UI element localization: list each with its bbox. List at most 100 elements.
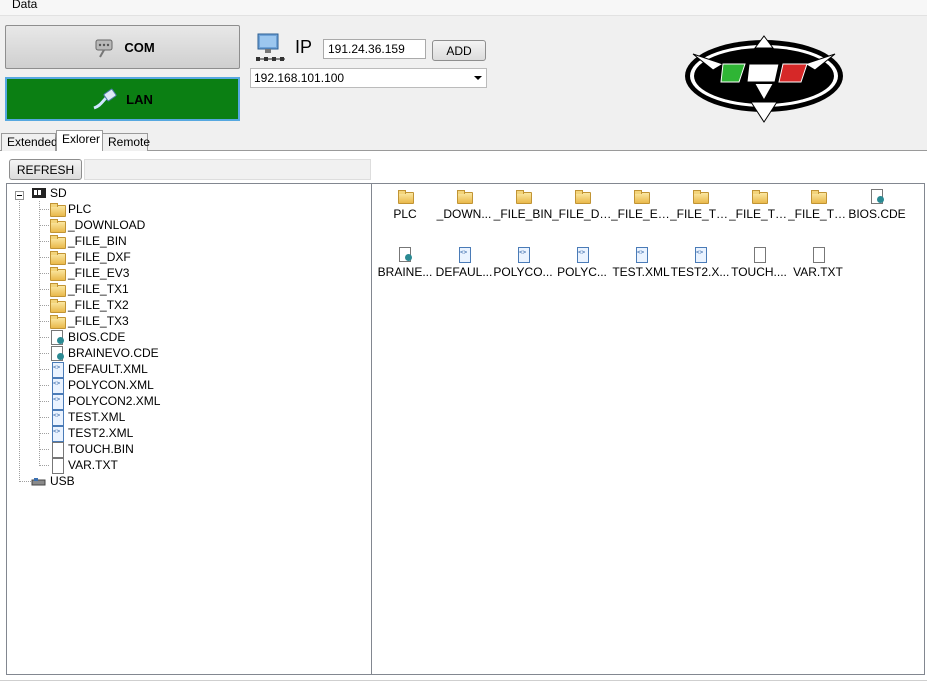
tree-node[interactable]: _DOWNLOAD bbox=[49, 217, 145, 233]
com-button[interactable]: COM bbox=[5, 25, 240, 69]
file-view-item[interactable]: PLC bbox=[375, 188, 435, 228]
xml-file-icon bbox=[49, 361, 65, 378]
tree-node[interactable]: _FILE_TX1 bbox=[49, 281, 129, 297]
refresh-button[interactable]: REFRESH bbox=[9, 159, 82, 180]
file-view-item-label: _FILE_TX2 bbox=[729, 207, 789, 221]
tree-node-label: TEST.XML bbox=[68, 410, 126, 424]
xml-file-icon bbox=[574, 246, 590, 263]
file-view-item-label: DEFAUL... bbox=[435, 265, 493, 279]
file-view-item[interactable]: POLYC... bbox=[552, 246, 612, 286]
tree-node-usb[interactable]: USB bbox=[31, 473, 75, 489]
file-view-item[interactable]: TEST.XML bbox=[611, 246, 671, 286]
sd-card-icon bbox=[31, 185, 47, 201]
tab-extended[interactable]: Extended bbox=[1, 133, 58, 151]
file-view-item[interactable]: _FILE_TX2 bbox=[729, 188, 789, 228]
file-view-item-label: VAR.TXT bbox=[793, 265, 843, 279]
ip-input[interactable] bbox=[323, 39, 426, 59]
tab-explorer[interactable]: Exlorer bbox=[56, 130, 103, 151]
tree-node[interactable]: VAR.TXT bbox=[49, 457, 118, 474]
file-tree[interactable]: SD USB PLC _DOWNLOAD _FILE_BIN _FILE_DXF _FI… bbox=[6, 183, 372, 675]
folder-icon bbox=[49, 297, 66, 313]
tree-guide-line bbox=[39, 257, 49, 258]
file-view-item-label: BRAINE... bbox=[377, 265, 433, 279]
folder-icon bbox=[49, 265, 66, 281]
tree-guide-line bbox=[39, 209, 49, 210]
file-view-item[interactable]: BIOS.CDE bbox=[847, 188, 907, 228]
tree-node[interactable]: DEFAULT.XML bbox=[49, 361, 148, 378]
com-button-label: COM bbox=[124, 39, 155, 55]
tree-node[interactable]: PLC bbox=[49, 201, 91, 217]
file-view-item[interactable]: TOUCH.... bbox=[729, 246, 789, 286]
menu-bar: Data bbox=[0, 0, 927, 15]
tab-remote[interactable]: Remote bbox=[102, 133, 150, 151]
xml-file-icon bbox=[49, 425, 65, 442]
ip-select[interactable]: 192.168.101.100 bbox=[250, 68, 487, 88]
tree-node[interactable]: POLYCON.XML bbox=[49, 377, 154, 394]
tree-guide-line bbox=[39, 289, 49, 290]
tree-node-label: USB bbox=[50, 474, 75, 488]
folder-icon bbox=[49, 249, 66, 265]
collapse-icon[interactable] bbox=[15, 191, 24, 200]
lan-button[interactable]: LAN bbox=[5, 77, 240, 121]
tree-guide-line bbox=[39, 433, 49, 434]
file-view-item[interactable]: _FILE_DXF bbox=[552, 188, 612, 228]
file-icon bbox=[49, 441, 65, 458]
tree-node-sd[interactable]: SD bbox=[31, 185, 67, 201]
tree-node[interactable]: TOUCH.BIN bbox=[49, 441, 134, 458]
tree-node[interactable]: _FILE_BIN bbox=[49, 233, 127, 249]
file-view-item-label: POLYC... bbox=[557, 265, 607, 279]
tree-node[interactable]: TEST.XML bbox=[49, 409, 126, 426]
folder-icon bbox=[49, 233, 66, 249]
file-view-item[interactable]: _FILE_TX3 bbox=[788, 188, 848, 228]
file-view-item[interactable]: _FILE_EV3 bbox=[611, 188, 671, 228]
xml-file-icon bbox=[456, 246, 472, 263]
tree-node[interactable]: _FILE_TX2 bbox=[49, 297, 129, 313]
file-view-item[interactable]: TEST2.X... bbox=[670, 246, 730, 286]
tree-node-label: _FILE_DXF bbox=[68, 250, 131, 264]
tree-node-label: _DOWNLOAD bbox=[68, 218, 146, 232]
tree-node[interactable]: BRAINEVO.CDE bbox=[49, 345, 159, 361]
file-view-item-label: _DOWN... bbox=[436, 207, 492, 221]
file-view-item[interactable]: DEFAUL... bbox=[434, 246, 494, 286]
tree-node-label: VAR.TXT bbox=[68, 458, 118, 472]
cde-file-icon bbox=[869, 188, 885, 204]
ip-select-value: 192.168.101.100 bbox=[254, 71, 345, 85]
tree-node-label: DEFAULT.XML bbox=[68, 362, 148, 376]
tree-guide-line bbox=[19, 481, 31, 482]
file-view-item[interactable]: _DOWN... bbox=[434, 188, 494, 228]
network-cable-icon bbox=[92, 88, 120, 110]
ip-label: IP bbox=[295, 37, 313, 57]
tree-node[interactable]: _FILE_DXF bbox=[49, 249, 131, 265]
file-view[interactable]: PLC _DOWN... _FILE_BIN _FILE_DXF _FILE_EV3 _F… bbox=[371, 183, 925, 675]
file-view-item[interactable]: POLYCO... bbox=[493, 246, 553, 286]
file-icon bbox=[751, 246, 767, 263]
tree-guide-line bbox=[39, 401, 49, 402]
tree-node-label: _FILE_TX2 bbox=[68, 298, 129, 312]
folder-icon bbox=[810, 188, 827, 204]
menu-data[interactable]: Data bbox=[12, 0, 37, 11]
tree-node-label: SD bbox=[50, 186, 67, 200]
tree-node-label: _FILE_TX3 bbox=[68, 314, 129, 328]
tree-node[interactable]: POLYCON2.XML bbox=[49, 393, 160, 410]
tree-node[interactable]: BIOS.CDE bbox=[49, 329, 125, 345]
tree-node[interactable]: _FILE_TX3 bbox=[49, 313, 129, 329]
chevron-down-icon[interactable] bbox=[474, 76, 482, 80]
file-view-item[interactable]: VAR.TXT bbox=[788, 246, 848, 286]
file-view-item-label: TEST2.X... bbox=[670, 265, 730, 279]
tree-node-label: PLC bbox=[68, 202, 92, 216]
xml-file-icon bbox=[633, 246, 649, 263]
usb-drive-icon bbox=[31, 473, 47, 489]
file-view-item[interactable]: BRAINE... bbox=[375, 246, 435, 286]
tree-node[interactable]: TEST2.XML bbox=[49, 425, 133, 442]
folder-icon bbox=[397, 188, 414, 204]
tree-node[interactable]: _FILE_EV3 bbox=[49, 265, 129, 281]
folder-icon bbox=[633, 188, 650, 204]
folder-icon bbox=[49, 313, 66, 329]
rmu-marking-logo bbox=[683, 34, 845, 124]
file-view-item-label: PLC bbox=[393, 207, 417, 221]
tree-node-label: _FILE_EV3 bbox=[68, 266, 130, 280]
tree-guide-line bbox=[39, 305, 49, 306]
file-view-item[interactable]: _FILE_TX1 bbox=[670, 188, 730, 228]
add-button[interactable]: ADD bbox=[432, 40, 486, 61]
file-view-item[interactable]: _FILE_BIN bbox=[493, 188, 553, 228]
